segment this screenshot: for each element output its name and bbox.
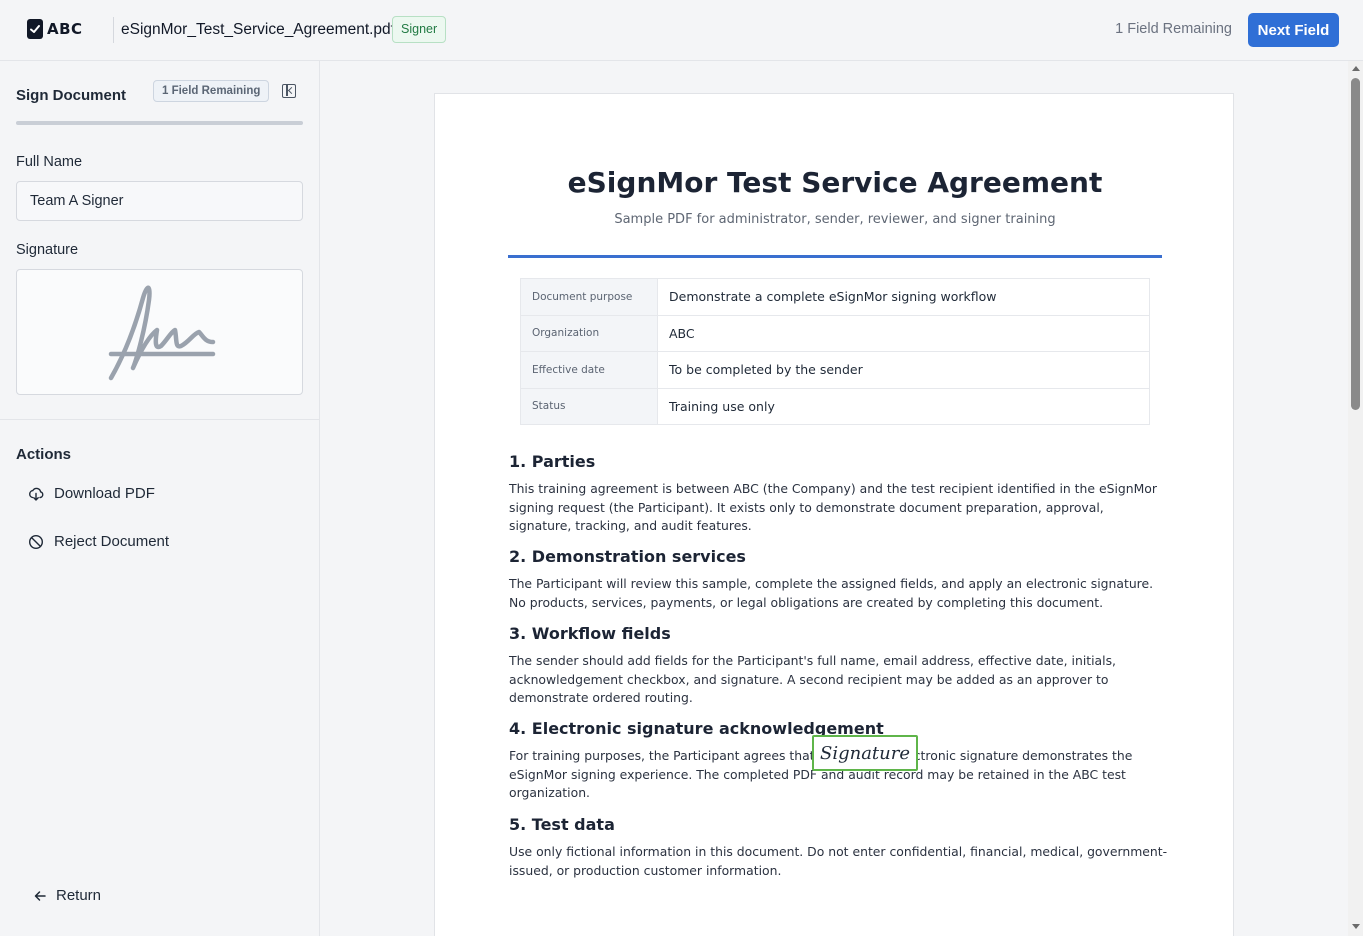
section-body: Use only fictional information in this d… [509, 844, 1168, 878]
role-badge: Signer [392, 16, 447, 43]
logo: ABC [27, 19, 83, 39]
signing-progress-bar [16, 121, 303, 125]
download-pdf-label: Download PDF [54, 485, 155, 502]
info-key: Effective date [520, 351, 658, 389]
return-button[interactable]: Return [33, 887, 101, 904]
full-name-input[interactable] [16, 181, 303, 221]
document-filename: eSignMor_Test_Service_Agreement.pdf [121, 21, 395, 38]
info-value: To be completed by the sender [657, 351, 1150, 389]
scroll-up-arrow-icon[interactable] [1352, 66, 1360, 71]
return-label: Return [56, 887, 102, 904]
section-heading: 2. Demonstration services [509, 547, 746, 566]
document-title: eSignMor Test Service Agreement [567, 166, 1103, 199]
full-name-label: Full Name [16, 154, 83, 170]
info-value: Training use only [657, 387, 1150, 425]
document-subtitle: Sample PDF for administrator, sender, re… [614, 212, 1056, 227]
scroll-down-arrow-icon[interactable] [1352, 924, 1360, 929]
info-value: ABC [657, 314, 1150, 352]
section-body: The Participant will review this sample,… [509, 576, 1154, 610]
ban-icon [28, 534, 44, 549]
info-key: Document purpose [520, 278, 658, 316]
download-pdf-action[interactable]: Download PDF [28, 485, 155, 502]
actions-title: Actions [16, 446, 72, 463]
sidebar-divider [0, 419, 320, 420]
sidebar: Sign Document 1 Field Remaining Full Nam… [0, 61, 320, 936]
reject-document-action[interactable]: Reject Document [28, 533, 169, 550]
signature-field[interactable]: Signature [812, 735, 918, 771]
table-row: Status Training use only [520, 387, 1150, 425]
fields-remaining-text: 1 Field Remaining [1115, 21, 1232, 37]
logo-check-icon [27, 19, 43, 39]
section-heading: 1. Parties [509, 452, 596, 471]
section-body: This training agreement is between ABC (… [509, 481, 1157, 533]
signature-drawing [108, 285, 216, 381]
info-key: Status [520, 387, 658, 425]
top-bar: ABC eSignMor_Test_Service_Agreement.pdf … [0, 0, 1363, 61]
logo-text: ABC [47, 20, 83, 38]
section-heading: 3. Workflow fields [509, 624, 671, 643]
remaining-badge: 1 Field Remaining [153, 80, 270, 102]
document-info-table: Document purpose Demonstrate a complete … [520, 278, 1150, 425]
download-cloud-icon [29, 487, 44, 501]
vertical-scrollbar[interactable] [1348, 61, 1363, 936]
sidebar-title: Sign Document [16, 87, 127, 104]
next-field-button[interactable]: Next Field [1248, 13, 1339, 47]
document-viewer[interactable]: eSignMor Test Service Agreement Sample P… [320, 61, 1363, 936]
info-key: Organization [520, 314, 658, 352]
table-row: Document purpose Demonstrate a complete … [520, 278, 1150, 316]
signature-pad[interactable] [16, 269, 303, 395]
table-row: Effective date To be completed by the se… [520, 351, 1150, 389]
section-body: The sender should add fields for the Par… [509, 653, 1116, 705]
signature-label: Signature [16, 242, 79, 258]
section-heading: 5. Test data [509, 815, 615, 834]
document-page: eSignMor Test Service Agreement Sample P… [434, 93, 1234, 936]
collapse-sidebar-icon[interactable] [282, 84, 296, 98]
header-divider [113, 17, 114, 43]
arrow-left-icon [34, 890, 46, 901]
info-value: Demonstrate a complete eSignMor signing … [657, 278, 1150, 316]
reject-document-label: Reject Document [54, 533, 170, 550]
table-row: Organization ABC [520, 314, 1150, 352]
scrollbar-thumb[interactable] [1351, 78, 1360, 410]
title-rule [508, 255, 1162, 258]
